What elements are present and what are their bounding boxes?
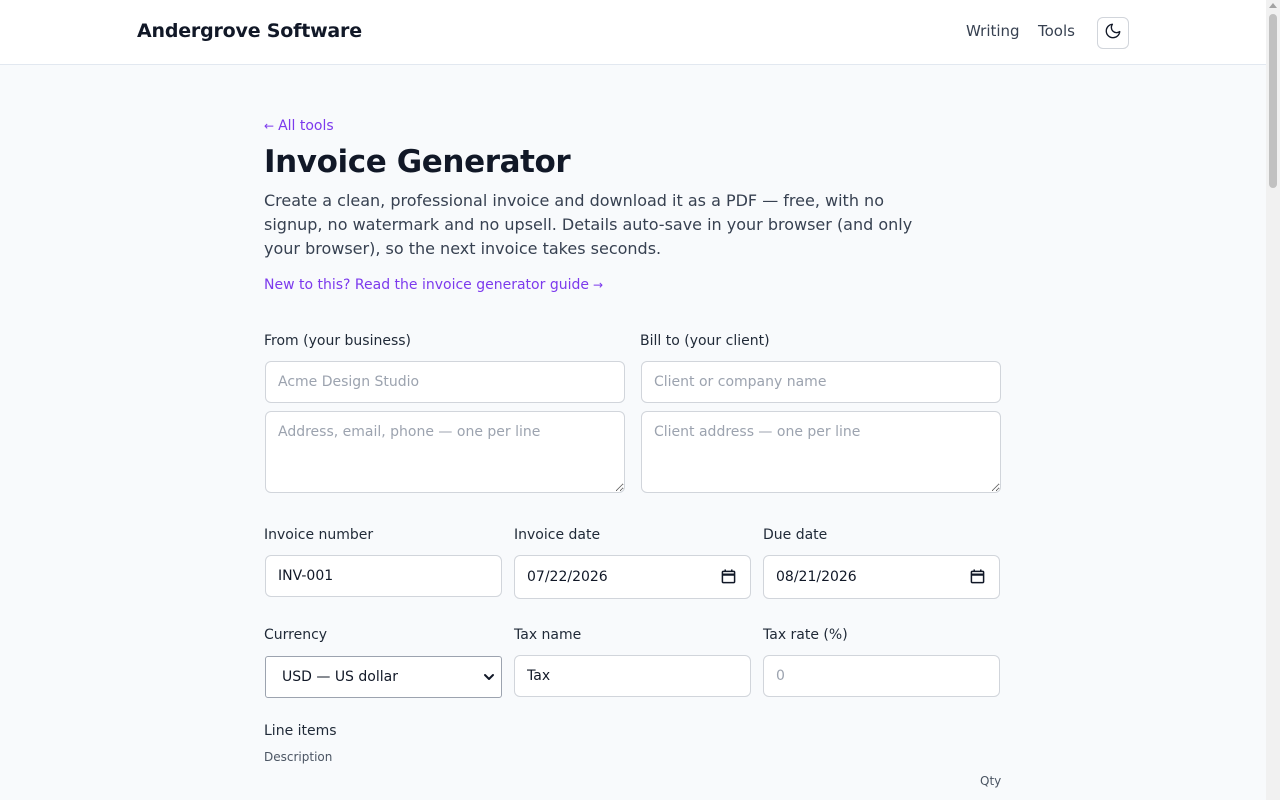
invoice-date-value: 07/22/2026 [527, 569, 608, 585]
nav-writing[interactable]: Writing [966, 22, 1020, 40]
page-scrollbar[interactable] [1266, 0, 1280, 800]
calendar-icon[interactable] [721, 569, 736, 588]
currency-select[interactable]: USD — US dollar [265, 656, 502, 698]
due-date-input[interactable]: 08/21/2026 [763, 555, 1000, 599]
chevron-down-icon [483, 671, 495, 687]
client-address-textarea[interactable] [641, 411, 1001, 493]
tax-name-input[interactable] [514, 655, 751, 697]
scroll-up-icon[interactable] [1269, 3, 1277, 8]
invoice-number-label: Invoice number [264, 527, 374, 543]
intro-text: Create a clean, professional invoice and… [264, 191, 913, 258]
invoice-date-label: Invoice date [514, 527, 601, 543]
page-title: Invoice Generator [264, 144, 571, 180]
nav-tools[interactable]: Tools [1038, 22, 1075, 40]
brand-logo[interactable]: Andergrove Software [137, 20, 362, 42]
scrollbar-thumb[interactable] [1269, 14, 1277, 188]
invoice-date-input[interactable]: 07/22/2026 [514, 555, 751, 599]
due-date-label: Due date [763, 527, 828, 543]
bill-to-label: Bill to (your client) [640, 333, 770, 349]
description-column-header: Description [264, 750, 333, 764]
invoice-number-input[interactable] [265, 555, 502, 597]
back-arrow-icon: ← [264, 119, 275, 133]
from-name-input[interactable] [265, 361, 625, 403]
back-link-label: All tools [278, 118, 334, 134]
site-header: Andergrove Software Writing Tools [0, 0, 1266, 65]
currency-label: Currency [264, 627, 328, 643]
back-to-tools-link[interactable]: ← All tools [264, 118, 334, 134]
calendar-icon[interactable] [970, 569, 985, 588]
qty-column-header: Qty [980, 774, 1002, 788]
currency-value: USD — US dollar [282, 669, 398, 685]
moon-icon [1104, 22, 1122, 44]
line-items-label: Line items [264, 723, 337, 739]
guide-link-label: New to this? Read the invoice generator … [264, 277, 589, 293]
from-label: From (your business) [264, 333, 412, 349]
tax-rate-label: Tax rate (%) [763, 627, 848, 643]
guide-link[interactable]: New to this? Read the invoice generator … [264, 277, 603, 293]
tax-rate-input[interactable] [763, 655, 1000, 697]
from-address-textarea[interactable] [265, 411, 625, 493]
due-date-value: 08/21/2026 [776, 569, 857, 585]
tax-name-label: Tax name [514, 627, 582, 643]
client-name-input[interactable] [641, 361, 1001, 403]
theme-toggle-button[interactable] [1097, 17, 1129, 49]
forward-arrow-icon: → [592, 278, 604, 292]
